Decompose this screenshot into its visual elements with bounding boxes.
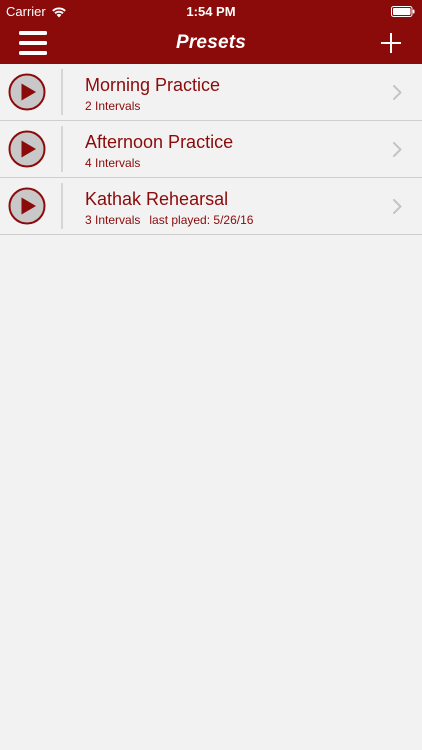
interval-count: 4 Intervals: [85, 156, 141, 170]
play-button[interactable]: [8, 187, 46, 225]
last-played-date: last played: 5/26/16: [149, 213, 254, 227]
preset-list: Morning Practice 2 Intervals Afternoon P…: [0, 64, 422, 235]
preset-row-kathak-rehearsal[interactable]: Kathak Rehearsal 3 Intervals last played:…: [0, 178, 422, 235]
preset-row-morning-practice[interactable]: Morning Practice 2 Intervals: [0, 64, 422, 121]
nav-bar: Presets: [0, 22, 422, 64]
interval-count: 2 Intervals: [85, 99, 141, 113]
row-divider: [61, 183, 63, 229]
interval-count: 3 Intervals: [85, 213, 141, 227]
preset-meta: 2 Intervals: [85, 99, 140, 113]
add-preset-button[interactable]: [377, 29, 405, 57]
play-icon: [8, 187, 46, 225]
preset-title: Afternoon Practice: [85, 132, 234, 152]
preset-title: Kathak Rehearsal: [85, 189, 229, 209]
header: Carrier 1:54 PM Presets: [0, 0, 422, 64]
chevron-right-icon: [393, 142, 402, 157]
plus-icon: [381, 33, 401, 53]
status-time: 1:54 PM: [186, 4, 236, 19]
battery-icon: [391, 6, 415, 17]
page-title: Presets: [175, 32, 247, 53]
play-button[interactable]: [8, 73, 46, 111]
play-icon: [8, 130, 46, 168]
preset-meta: 3 Intervals last played: 5/26/16: [85, 213, 253, 227]
play-button[interactable]: [8, 130, 46, 168]
preset-title: Morning Practice: [85, 75, 221, 95]
row-divider: [61, 69, 63, 115]
preset-meta: 4 Intervals: [85, 156, 140, 170]
play-icon: [8, 73, 46, 111]
chevron-right-icon: [393, 199, 402, 214]
status-bar: Carrier 1:54 PM: [0, 0, 422, 22]
row-divider: [61, 126, 63, 172]
chevron-right-icon: [393, 85, 402, 100]
preset-row-afternoon-practice[interactable]: Afternoon Practice 4 Intervals: [0, 121, 422, 178]
